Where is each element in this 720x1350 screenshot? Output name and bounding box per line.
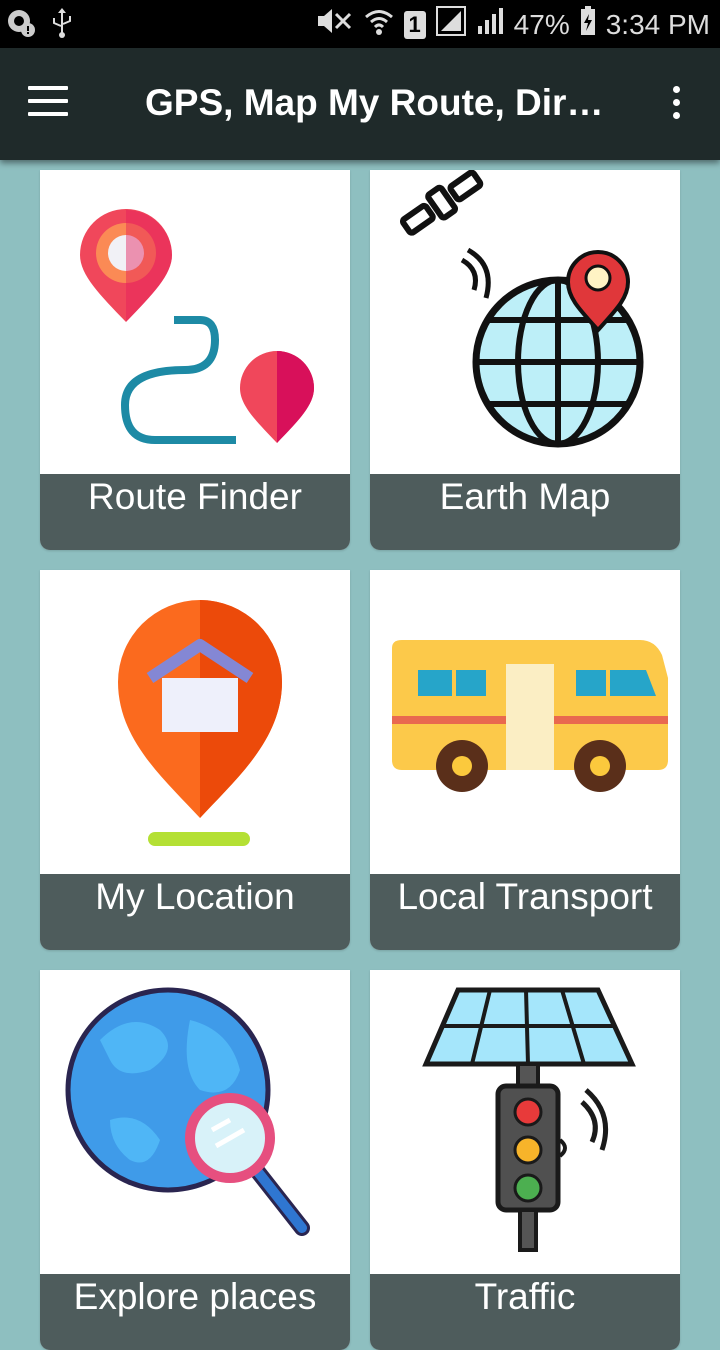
- card-traffic[interactable]: Traffic: [370, 970, 680, 1350]
- mute-icon: [314, 6, 354, 43]
- wifi-icon: [364, 6, 394, 43]
- card-local-transport[interactable]: Local Transport: [370, 570, 680, 950]
- signal-2-icon: [476, 6, 504, 43]
- app-bar: GPS, Map My Route, Dire…: [0, 48, 720, 160]
- usb-icon: [50, 8, 74, 43]
- route-pins-icon: [40, 170, 350, 474]
- card-label: Local Transport: [370, 874, 680, 950]
- battery-icon: [580, 6, 596, 43]
- clock: 3:34 PM: [605, 8, 710, 40]
- satellite-globe-icon: [370, 170, 680, 474]
- notification-icon: [6, 8, 36, 43]
- card-label: Traffic: [370, 1274, 680, 1350]
- menu-icon[interactable]: [28, 86, 68, 120]
- status-bar: 1 47% 3:34 PM: [0, 0, 720, 48]
- card-label: Earth Map: [370, 474, 680, 550]
- sim-slot-badge: 1: [403, 10, 426, 39]
- signal-icon: [435, 6, 466, 43]
- card-label: My Location: [40, 874, 350, 950]
- card-route-finder[interactable]: Route Finder: [40, 170, 350, 550]
- home-pin-icon: [40, 570, 350, 874]
- more-options-icon[interactable]: [668, 86, 684, 126]
- card-my-location[interactable]: My Location: [40, 570, 350, 950]
- card-label: Route Finder: [40, 474, 350, 550]
- traffic-light-icon: [370, 970, 680, 1274]
- card-label: Explore places: [40, 1274, 350, 1350]
- card-explore-places[interactable]: Explore places: [40, 970, 350, 1350]
- battery-percent: 47%: [513, 8, 570, 40]
- globe-search-icon: [40, 970, 350, 1274]
- app-title: GPS, Map My Route, Dire…: [145, 82, 615, 123]
- bus-icon: [370, 570, 680, 874]
- card-earth-map[interactable]: Earth Map: [370, 170, 680, 550]
